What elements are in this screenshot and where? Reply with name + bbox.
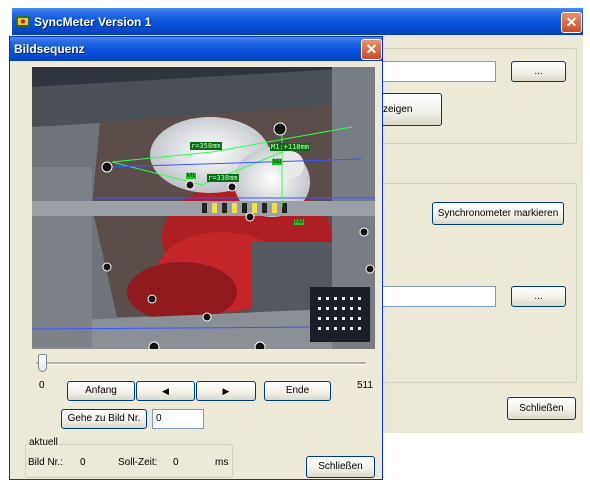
marker-label-m2: M2	[272, 159, 283, 165]
video-frame: r=358mm M1:+118mm r=338mm M1 M2 M3	[32, 67, 375, 349]
prev-frame-button[interactable]: ◀	[136, 381, 195, 401]
dialog-title: Bildsequenz	[14, 42, 85, 56]
main-close-window-button[interactable]: Schließen	[507, 397, 576, 420]
dialog-close-x-button[interactable]: ✕	[361, 39, 382, 60]
current-group-legend: aktuell	[28, 437, 59, 448]
target-time-unit: ms	[215, 457, 229, 468]
main-title-bar: SyncMeter Version 1 ✕	[12, 8, 583, 35]
goto-frame-button[interactable]: Gehe zu Bild Nr.	[61, 409, 147, 429]
main-browse-button-2[interactable]: ...	[511, 286, 566, 307]
dialog-close-button[interactable]: Schließen	[306, 456, 375, 478]
main-close-button[interactable]: ✕	[561, 12, 582, 33]
app-icon	[16, 14, 30, 28]
measure-label-1: r=358mm	[190, 142, 222, 150]
end-button[interactable]: Ende	[264, 381, 331, 401]
slider-min-label: 0	[39, 380, 45, 391]
target-time-label: Soll-Zeit:	[118, 457, 158, 468]
slider-track	[36, 362, 366, 365]
right-arrow-icon: ▶	[222, 386, 230, 396]
next-frame-button[interactable]: ▶	[196, 381, 256, 401]
main-path-field-1[interactable]	[372, 61, 496, 82]
start-button[interactable]: Anfang	[67, 381, 135, 401]
slider-max-label: 511	[357, 380, 373, 391]
goto-frame-input[interactable]: 0	[152, 409, 204, 429]
image-sequence-dialog: Bildsequenz ✕ r=358mm M1:+118mm r=338mm …	[9, 36, 383, 480]
left-arrow-icon: ◀	[162, 386, 169, 396]
measure-label-3: r=338mm	[207, 174, 239, 182]
main-path-field-2[interactable]	[372, 286, 496, 307]
measure-label-2: M1:+118mm	[270, 143, 310, 151]
crash-test-image	[32, 67, 375, 349]
slider-thumb[interactable]	[38, 354, 47, 372]
dialog-title-bar: Bildsequenz ✕	[10, 37, 382, 61]
frame-number-label: Bild Nr.:	[28, 457, 64, 468]
close-icon: ✕	[565, 14, 578, 30]
target-time-value: 0	[173, 457, 179, 468]
main-show-button-label: zeigen	[383, 104, 413, 115]
marker-label-m1: M1	[186, 173, 197, 179]
close-icon: ✕	[365, 41, 378, 57]
frame-number-value: 0	[80, 457, 86, 468]
marker-label-m3: M3	[294, 219, 305, 225]
main-browse-button-1[interactable]: ...	[511, 61, 566, 82]
main-sync-mark-button[interactable]: Synchronometer markieren	[432, 202, 564, 225]
main-title: SyncMeter Version 1	[34, 15, 152, 29]
frame-slider[interactable]	[36, 352, 366, 376]
